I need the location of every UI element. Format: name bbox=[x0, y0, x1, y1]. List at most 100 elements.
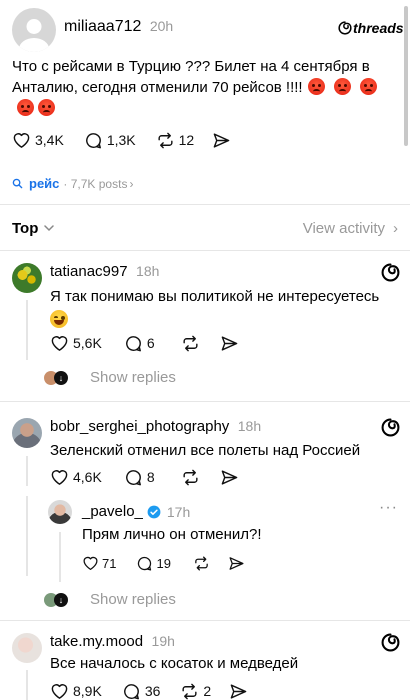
show-replies-row[interactable]: ↓ Show replies bbox=[44, 369, 176, 386]
reply-header: tatianac997 18h bbox=[50, 263, 159, 281]
chevron-down-icon bbox=[44, 225, 55, 232]
divider bbox=[0, 204, 410, 205]
topic-name: рейс bbox=[29, 176, 60, 191]
comment-count: 36 bbox=[144, 683, 161, 699]
reply-header: bobr_serghei_photography 18h bbox=[50, 418, 261, 436]
comment-count: 1,3K bbox=[106, 132, 136, 148]
view-activity-label: View activity bbox=[302, 220, 385, 237]
avatar[interactable] bbox=[12, 8, 56, 52]
divider bbox=[0, 250, 410, 251]
comment-count: 6 bbox=[146, 335, 155, 351]
like-count: 8,9K bbox=[73, 683, 102, 699]
like-count: 3,4K bbox=[35, 132, 64, 148]
post-text: Что с рейсами в Турцию ??? Билет на 4 се… bbox=[12, 56, 392, 119]
avatar[interactable] bbox=[12, 418, 42, 448]
topic-tag[interactable]: рейс · 7,7K posts › bbox=[12, 176, 133, 191]
chevron-right-icon: › bbox=[129, 176, 134, 191]
timestamp: 17h bbox=[166, 503, 191, 520]
more-options-icon[interactable]: ··· bbox=[379, 499, 398, 517]
thread-line bbox=[26, 496, 28, 576]
chevron-right-icon: › bbox=[393, 220, 398, 237]
avatar[interactable] bbox=[12, 633, 42, 663]
comment-icon[interactable] bbox=[124, 468, 143, 487]
repost-icon[interactable] bbox=[193, 555, 210, 572]
username[interactable]: miliaaa712 bbox=[64, 18, 141, 35]
username[interactable]: _pavelo_ bbox=[82, 503, 143, 520]
comment-icon[interactable] bbox=[124, 334, 143, 353]
reply-body: Все началось с косаток и медведей bbox=[50, 655, 299, 672]
show-replies-label: Show replies bbox=[90, 369, 176, 386]
angry-emoji bbox=[307, 78, 325, 95]
repost-icon[interactable] bbox=[180, 682, 199, 700]
username[interactable]: take.my.mood bbox=[50, 633, 143, 650]
repost-icon[interactable] bbox=[181, 334, 200, 353]
search-icon bbox=[12, 178, 23, 189]
show-replies-row[interactable]: ↓ Show replies bbox=[44, 591, 176, 608]
view-activity-link[interactable]: View activity › bbox=[303, 220, 398, 237]
post-header: miliaaa712 20h bbox=[64, 18, 173, 36]
nested-reply-header: _pavelo_ 17h bbox=[82, 503, 190, 520]
heart-icon[interactable] bbox=[50, 334, 69, 352]
comment-count: 8 bbox=[146, 469, 155, 485]
threads-icon[interactable] bbox=[381, 633, 400, 652]
heart-icon[interactable] bbox=[82, 555, 99, 571]
share-icon[interactable] bbox=[220, 334, 239, 353]
share-icon[interactable] bbox=[212, 131, 231, 150]
timestamp: 18h bbox=[237, 418, 262, 434]
timestamp: 20h bbox=[149, 18, 174, 34]
reply-text: Зеленский отменил все полеты над Россией bbox=[50, 440, 395, 461]
post-actions: 3,4K 1,3K 12 bbox=[12, 130, 231, 150]
sort-dropdown[interactable]: Top bbox=[12, 220, 55, 237]
repost-count: 12 bbox=[178, 132, 195, 148]
reply-text: Я так понимаю вы политикой не интересует… bbox=[50, 286, 395, 334]
comment-icon[interactable] bbox=[122, 682, 141, 700]
threads-brand: threads bbox=[353, 20, 404, 36]
laughing-emoji bbox=[50, 310, 68, 328]
comment-icon[interactable] bbox=[84, 131, 103, 150]
username[interactable]: tatianac997 bbox=[50, 263, 128, 280]
verified-badge-icon bbox=[147, 505, 161, 519]
divider bbox=[0, 401, 410, 402]
scrollbar[interactable] bbox=[404, 6, 408, 146]
timestamp: 18h bbox=[136, 263, 160, 279]
share-icon[interactable] bbox=[228, 555, 245, 572]
timestamp: 19h bbox=[151, 633, 175, 649]
mini-avatar: ↓ bbox=[54, 370, 68, 385]
heart-icon[interactable] bbox=[12, 131, 31, 149]
mini-avatar: ↓ bbox=[54, 592, 68, 607]
heart-icon[interactable] bbox=[50, 682, 69, 700]
reply-body: Я так понимаю вы политикой не интересует… bbox=[50, 288, 380, 305]
share-icon[interactable] bbox=[229, 682, 248, 700]
reply-actions: 4,6K 8 bbox=[50, 467, 239, 487]
reply-text: Все началось с косаток и медведей bbox=[50, 653, 395, 674]
nested-reply-text: Прям лично он отменил?! bbox=[82, 524, 382, 545]
threads-icon bbox=[338, 21, 352, 35]
divider bbox=[0, 620, 410, 621]
angry-emoji bbox=[17, 99, 34, 116]
reply-header: take.my.mood 19h bbox=[50, 633, 175, 651]
angry-emoji bbox=[38, 99, 56, 116]
like-count: 71 bbox=[102, 555, 117, 571]
username[interactable]: bobr_serghei_photography bbox=[50, 418, 229, 435]
threads-logo[interactable]: threads bbox=[338, 20, 404, 36]
thread-line bbox=[59, 532, 61, 582]
sort-label: Top bbox=[12, 220, 39, 237]
comment-icon[interactable] bbox=[136, 555, 153, 572]
repost-icon[interactable] bbox=[181, 468, 200, 487]
repost-icon[interactable] bbox=[156, 131, 175, 150]
threads-icon[interactable] bbox=[381, 263, 400, 282]
reply-actions: 5,6K 6 bbox=[50, 333, 239, 353]
angry-emoji bbox=[333, 78, 351, 95]
angry-emoji bbox=[360, 78, 378, 95]
like-count: 5,6K bbox=[73, 335, 102, 351]
share-icon[interactable] bbox=[220, 468, 239, 487]
avatar[interactable] bbox=[48, 500, 72, 524]
heart-icon[interactable] bbox=[50, 468, 69, 486]
like-count: 4,6K bbox=[73, 469, 102, 485]
reply-actions: 8,9K 36 2 bbox=[50, 682, 248, 700]
reply-body: Зеленский отменил все полеты над Россией bbox=[50, 442, 361, 459]
show-replies-label: Show replies bbox=[90, 591, 176, 608]
avatar[interactable] bbox=[12, 263, 42, 293]
thread-line bbox=[26, 670, 28, 700]
threads-icon[interactable] bbox=[381, 418, 400, 437]
